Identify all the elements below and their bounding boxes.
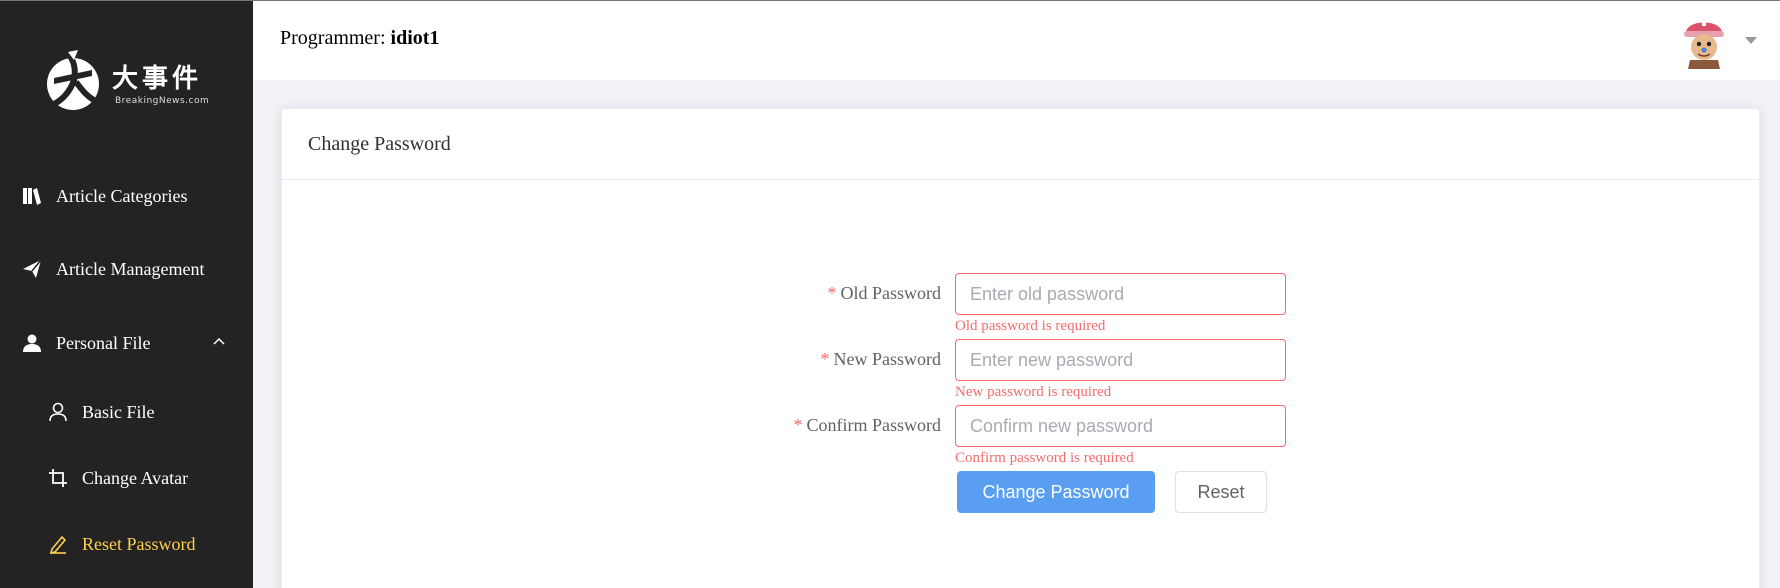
old-password-input[interactable] [955, 273, 1286, 315]
sidebar-item-label: Reset Password [82, 533, 196, 554]
sidebar: 大事件 BreakingNews.com Article Categories … [0, 0, 253, 588]
avatar[interactable] [1680, 13, 1728, 69]
sidebar-item-personal-file[interactable]: Personal File [0, 315, 253, 371]
old-password-label-text: Old Password [840, 283, 941, 303]
programmer-prefix: Programmer: [280, 27, 386, 49]
programmer-name: Programmer: idiot1 [280, 27, 439, 50]
old-password-label: * Old Password [827, 283, 941, 304]
change-password-card: Change Password * Old Password Old passwo… [281, 108, 1760, 588]
paper-plane-icon [21, 258, 43, 280]
change-password-button[interactable]: Change Password [957, 471, 1155, 513]
reset-button[interactable]: Reset [1175, 471, 1267, 513]
user-icon [21, 332, 43, 354]
sidebar-item-label: Personal File [56, 332, 151, 353]
confirm-password-error: Confirm password is required [955, 450, 1134, 466]
new-password-input[interactable] [955, 339, 1286, 381]
required-mark: * [827, 283, 837, 303]
sidebar-item-basic-file[interactable]: Basic File [0, 384, 253, 440]
book-icon [21, 185, 43, 207]
sidebar-item-reset-password[interactable]: Reset Password [0, 516, 253, 572]
confirm-password-label: * Confirm Password [794, 415, 942, 436]
sidebar-item-article-categories[interactable]: Article Categories [0, 168, 253, 224]
user-outline-icon [47, 401, 69, 423]
edit-pen-icon [47, 533, 69, 555]
new-password-label-text: New Password [833, 349, 942, 369]
sidebar-item-article-management[interactable]: Article Management [0, 241, 253, 297]
brand-name-en: BreakingNews.com [115, 96, 210, 106]
brand-name-cn: 大事件 [112, 64, 203, 94]
old-password-error: Old password is required [955, 318, 1106, 334]
crop-icon [47, 467, 69, 489]
confirm-password-input[interactable] [955, 405, 1286, 447]
sidebar-item-label: Basic File [82, 401, 155, 422]
sidebar-item-label: Article Management [56, 258, 205, 279]
sidebar-item-label: Change Avatar [82, 467, 189, 488]
brand-logo[interactable]: 大事件 BreakingNews.com [40, 44, 210, 116]
required-mark: * [793, 415, 803, 435]
top-header: Programmer: idiot1 [253, 1, 1780, 80]
top-border [0, 0, 1780, 1]
username: idiot1 [390, 27, 440, 49]
card-title: Change Password [282, 109, 1759, 180]
confirm-password-label-text: Confirm Password [806, 415, 942, 435]
new-password-error: New password is required [955, 384, 1112, 400]
sidebar-item-change-avatar[interactable]: Change Avatar [0, 450, 253, 506]
required-mark: * [820, 349, 830, 369]
new-password-label: * New Password [821, 349, 942, 370]
sidebar-item-label: Article Categories [56, 185, 188, 206]
chevron-up-icon [213, 337, 225, 345]
chevron-down-icon[interactable] [1745, 37, 1757, 45]
logo-mark-icon [47, 50, 100, 110]
